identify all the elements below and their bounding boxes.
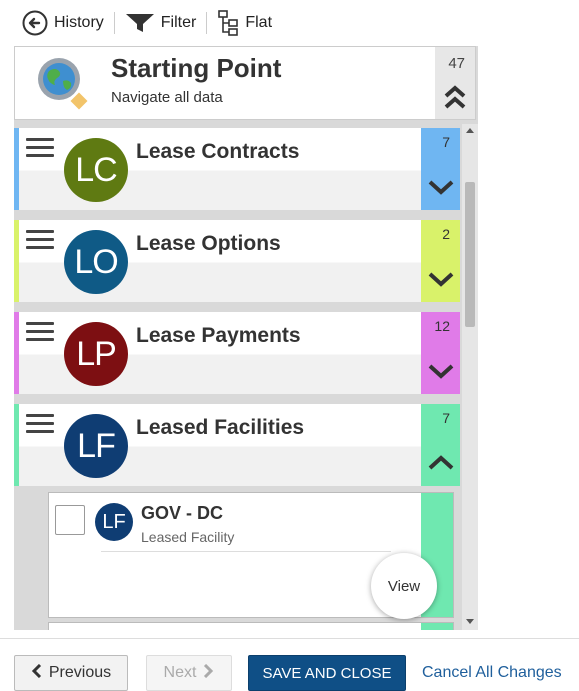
item-count: 7 [442,134,450,150]
item-count: 12 [434,318,450,334]
next-button[interactable]: Next [146,655,232,691]
starting-point-side: 47 [435,47,475,119]
hamburger-icon[interactable] [26,230,54,252]
item-title: Leased Facilities [136,416,305,439]
previous-label: Previous [48,664,112,681]
item-side: 2 [421,220,460,302]
list-item-lease-contracts[interactable]: LC Lease Contracts 7 [14,128,460,210]
funnel-icon [125,12,155,34]
navigation-panel: Starting Point Navigate all data 47 LC L… [14,46,478,630]
avatar: LF [64,414,128,478]
list-item-lease-payments[interactable]: LP Lease Payments 12 [14,312,460,394]
record-checkbox[interactable] [55,505,85,535]
flat-button[interactable]: Flat [217,10,272,36]
filter-label: Filter [160,14,197,31]
view-button[interactable]: View [371,553,437,619]
avatar: LP [64,322,128,386]
back-circle-icon [22,10,48,36]
item-side: 7 [421,404,460,486]
chevron-down-icon[interactable] [428,363,454,384]
chevron-left-icon [31,663,43,683]
scroll-up-icon[interactable] [466,128,474,133]
record-side [421,623,453,630]
item-side: 12 [421,312,460,394]
avatar: LO [64,230,128,294]
previous-button[interactable]: Previous [14,655,128,691]
starting-point-count: 47 [448,55,465,72]
history-button[interactable]: History [22,10,104,36]
divider [101,551,391,552]
cancel-all-changes-link[interactable]: Cancel All Changes [422,655,572,691]
item-side: 7 [421,128,460,210]
starting-point-subtitle: Navigate all data [111,89,223,106]
item-count: 7 [442,410,450,426]
item-title: Lease Contracts [136,140,300,163]
toolbar-divider [206,12,208,34]
toolbar: History Filter Flat [0,0,579,46]
hamburger-icon[interactable] [26,414,54,436]
filter-button[interactable]: Filter [125,12,197,34]
record-card-next[interactable] [48,622,454,630]
record-card[interactable]: LF GOV - DC Leased Facility View [48,492,454,619]
double-chevron-up-icon[interactable] [443,83,467,116]
item-title: Lease Payments [136,324,301,347]
tree-icon [217,10,239,36]
footer: Previous Next SAVE AND CLOSE Cancel All … [0,638,579,691]
record-subtitle: Leased Facility [141,529,235,545]
avatar: LC [64,138,128,202]
record-title: GOV - DC [141,503,224,523]
next-label: Next [163,664,197,681]
starting-point-title: Starting Point [111,53,282,83]
scrollbar[interactable] [462,124,478,630]
chevron-down-icon[interactable] [428,271,454,292]
item-count: 2 [442,226,450,242]
chevron-down-icon[interactable] [428,179,454,200]
chevron-right-icon [202,663,214,683]
hamburger-icon[interactable] [26,322,54,344]
chevron-up-icon[interactable] [428,455,454,476]
history-label: History [54,14,104,31]
save-and-close-button[interactable]: SAVE AND CLOSE [248,655,406,691]
avatar: LF [95,503,133,541]
item-title: Lease Options [136,232,281,255]
flat-label: Flat [245,14,273,31]
scroll-down-icon[interactable] [466,619,474,624]
list-item-leased-facilities[interactable]: LF Leased Facilities 7 [14,404,460,486]
scrollbar-thumb[interactable] [465,182,475,327]
toolbar-divider [113,12,115,34]
hamburger-icon[interactable] [26,138,54,160]
globe-search-icon [35,55,91,111]
list-item-lease-options[interactable]: LO Lease Options 2 [14,220,460,302]
items-scroll-area[interactable]: LC Lease Contracts 7 LO Lease Options 2 [14,124,478,630]
starting-point-card[interactable]: Starting Point Navigate all data 47 [14,46,476,120]
